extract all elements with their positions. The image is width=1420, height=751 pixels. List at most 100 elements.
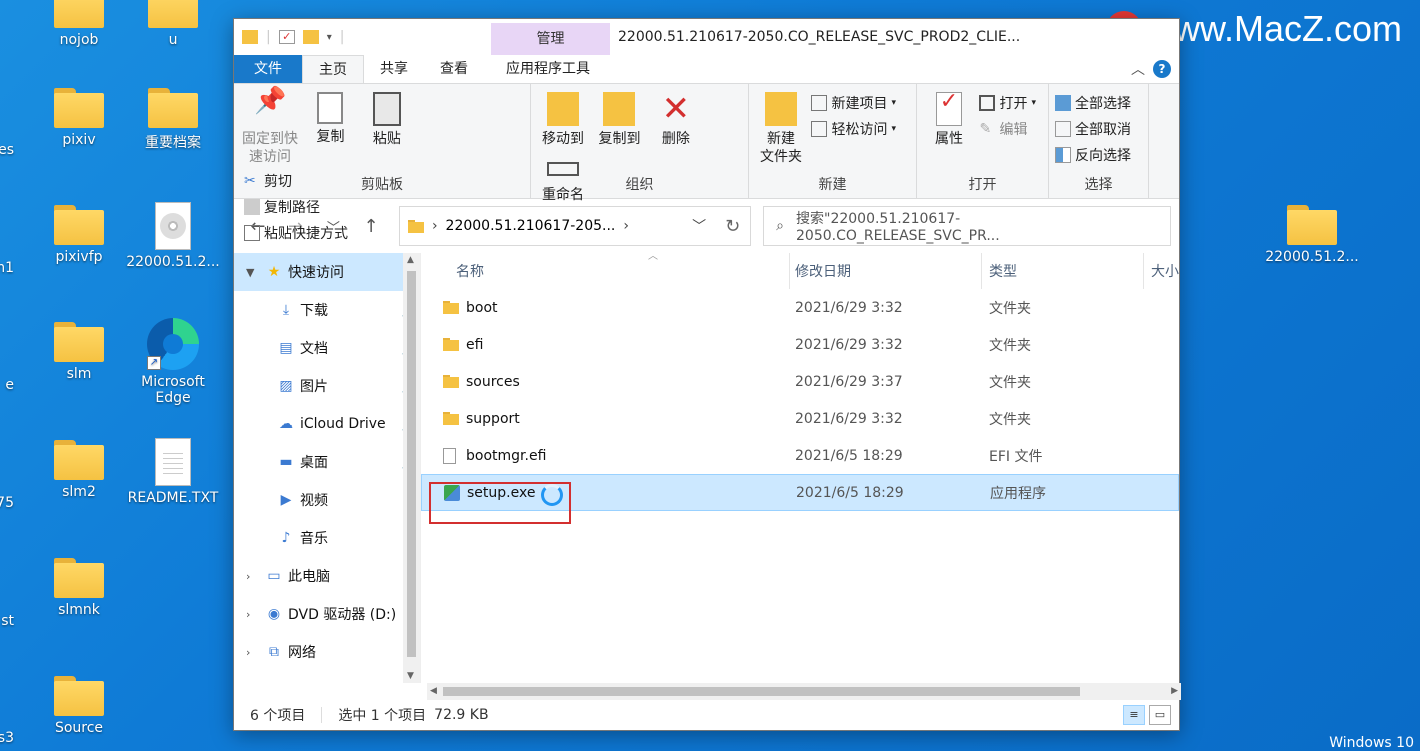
chevron-down-icon[interactable]: ▼ bbox=[246, 266, 260, 279]
nav-item[interactable]: ▶ 视频 bbox=[234, 481, 420, 519]
nav-item[interactable]: › ◉ DVD 驱动器 (D:) bbox=[234, 595, 420, 633]
horizontal-scrollbar-thumb[interactable] bbox=[443, 687, 1080, 696]
new-folder-button[interactable]: 新建 文件夹 bbox=[755, 88, 807, 166]
select-all-button[interactable]: 全部选择 bbox=[1055, 90, 1142, 116]
desktop-icon-folder[interactable]: pixivfp bbox=[31, 205, 127, 265]
open-button[interactable]: 打开 ▾ bbox=[979, 90, 1036, 116]
desktop-icon-partial[interactable]: st bbox=[0, 613, 14, 629]
new-item-button[interactable]: 新建项目 ▾ bbox=[811, 90, 896, 116]
select-none-button[interactable]: 全部取消 bbox=[1055, 116, 1142, 142]
desktop-icon-folder[interactable]: u bbox=[125, 0, 221, 48]
desktop-icon-label: README.TXT bbox=[127, 490, 219, 506]
horizontal-scrollbar[interactable]: ◀ ▶ bbox=[427, 683, 1181, 700]
file-name[interactable]: support bbox=[466, 411, 520, 427]
address-path[interactable]: 22000.51.210617-205... bbox=[446, 218, 616, 234]
desktop-icon-partial[interactable]: ass3 bbox=[0, 730, 14, 746]
move-to-button[interactable]: 移动到 bbox=[537, 88, 589, 148]
copy-path-button[interactable]: 复制路径 bbox=[244, 194, 348, 220]
scroll-left-icon[interactable]: ◀ bbox=[430, 686, 437, 696]
details-view-icon[interactable]: ≡ bbox=[1123, 705, 1145, 725]
desktop-icon-partial[interactable]: 75 bbox=[0, 495, 14, 511]
copy-button[interactable]: 复制 bbox=[304, 88, 356, 146]
file-row[interactable]: support 2021/6/29 3:32 文件夹 bbox=[421, 400, 1179, 437]
paste-shortcut-button[interactable]: 粘贴快捷方式 bbox=[244, 220, 348, 246]
file-row[interactable]: bootmgr.efi 2021/6/5 18:29 EFI 文件 bbox=[421, 437, 1179, 474]
scroll-right-icon[interactable]: ▶ bbox=[1171, 686, 1178, 696]
desktop-icon-file[interactable]: README.TXT bbox=[125, 438, 221, 506]
file-row[interactable]: efi 2021/6/29 3:32 文件夹 bbox=[421, 326, 1179, 363]
desktop-icon-folder[interactable]: 重要档案 bbox=[125, 88, 221, 152]
nav-scrollbar[interactable]: ▲ ▼ bbox=[403, 253, 420, 683]
title-bar: | ✓ ▾ | 管理 22000.51.210617-2050.CO_RELEA… bbox=[234, 19, 1179, 55]
desktop-icon-folder[interactable]: slm2 bbox=[31, 440, 127, 500]
easy-access-button[interactable]: 轻松访问 ▾ bbox=[811, 116, 896, 142]
desktop-icon-partial[interactable]: e bbox=[0, 377, 14, 393]
qat-dropdown-icon[interactable]: ▾ bbox=[327, 32, 332, 43]
properties-check-icon[interactable]: ✓ bbox=[278, 30, 295, 44]
refresh-icon[interactable]: ↻ bbox=[725, 216, 740, 237]
tab-home[interactable]: 主页 bbox=[302, 55, 364, 83]
chevron-right-icon[interactable]: › bbox=[246, 570, 260, 583]
nav-item[interactable]: ▨图片📌 bbox=[234, 367, 420, 405]
up-arrow-icon: ↑ bbox=[363, 215, 379, 237]
column-header-modified[interactable]: 修改日期 bbox=[795, 261, 851, 281]
desktop-icon-folder[interactable]: Source bbox=[31, 676, 127, 736]
nav-item[interactable]: ▬桌面📌 bbox=[234, 443, 420, 481]
tab-app-tools[interactable]: 应用程序工具 bbox=[490, 55, 606, 83]
nav-item[interactable]: ♪ 音乐 bbox=[234, 519, 420, 557]
desktop-icon-folder[interactable]: 22000.51.2... bbox=[1264, 205, 1360, 265]
file-name[interactable]: bootmgr.efi bbox=[466, 448, 546, 464]
tab-file[interactable]: 文件 bbox=[234, 55, 302, 83]
nav-item[interactable]: › ▭ 此电脑 bbox=[234, 557, 420, 595]
address-field[interactable]: › 22000.51.210617-205... › ﹀ ↻ bbox=[398, 206, 752, 246]
nav-item[interactable]: ⤓下载📌 bbox=[234, 291, 420, 329]
tab-share[interactable]: 共享 bbox=[364, 55, 424, 83]
column-header-size[interactable]: 大小 bbox=[1151, 261, 1179, 281]
nav-item[interactable]: › ⧉ 网络 bbox=[234, 633, 420, 671]
desktop-icon-folder[interactable]: slmnk bbox=[31, 558, 127, 618]
scroll-up-icon[interactable]: ▲ bbox=[407, 255, 414, 265]
desktop-icon-edge[interactable]: ↗ Microsoft Edge bbox=[125, 318, 221, 406]
desktop-icon-disc[interactable]: 22000.51.2... bbox=[125, 202, 221, 270]
copy-to-button[interactable]: 复制到 bbox=[593, 88, 645, 148]
file-name[interactable]: sources bbox=[466, 374, 520, 390]
file-name[interactable]: boot bbox=[466, 300, 498, 316]
desktop-icon-partial[interactable]: m1 bbox=[0, 260, 14, 276]
nav-item[interactable]: ▤文档📌 bbox=[234, 329, 420, 367]
edit-button[interactable]: ✎ 编辑 bbox=[979, 116, 1036, 142]
nav-item[interactable]: ▼ ★ 快速访问 bbox=[234, 253, 420, 291]
chevron-right-icon[interactable]: › bbox=[246, 608, 260, 621]
address-dropdown-icon[interactable]: ﹀ bbox=[692, 216, 706, 236]
properties-button[interactable]: ✓ 属性 bbox=[923, 88, 975, 148]
desktop-icon-folder[interactable]: pixiv bbox=[31, 88, 127, 148]
desktop-icon-folder[interactable]: nojob bbox=[31, 0, 127, 48]
desktop-icon-folder[interactable]: slm bbox=[31, 322, 127, 382]
pin-quick-access-button[interactable]: 📌 固定到快 速访问 bbox=[240, 88, 300, 166]
invert-selection-button[interactable]: 反向选择 bbox=[1055, 142, 1142, 168]
collapse-ribbon-icon[interactable]: ︿ bbox=[1131, 59, 1145, 79]
search-box[interactable]: ⌕ 搜索"22000.51.210617-2050.CO_RELEASE_SVC… bbox=[763, 206, 1171, 246]
breadcrumb-chevron-icon[interactable]: › bbox=[623, 218, 629, 234]
tab-manage[interactable]: 管理 bbox=[491, 23, 610, 55]
up-button[interactable]: ↑ bbox=[355, 216, 387, 237]
file-name[interactable]: efi bbox=[466, 337, 483, 353]
file-row[interactable]: sources 2021/6/29 3:37 文件夹 bbox=[421, 363, 1179, 400]
nav-item[interactable]: ☁iCloud Drive📌 bbox=[234, 405, 420, 443]
nav-scrollbar-thumb[interactable] bbox=[407, 271, 416, 657]
file-row[interactable]: boot 2021/6/29 3:32 文件夹 bbox=[421, 289, 1179, 326]
copy-label: 复制 bbox=[316, 129, 345, 145]
large-icons-view-icon[interactable]: ▭ bbox=[1149, 705, 1171, 725]
status-bar: 6 个项目 选中 1 个项目 72.9 KB ≡ ▭ bbox=[234, 700, 1179, 730]
tab-view[interactable]: 查看 bbox=[424, 55, 484, 83]
delete-button[interactable]: ✕ 删除 bbox=[650, 88, 702, 148]
scroll-down-icon[interactable]: ▼ bbox=[407, 671, 414, 681]
paste-button[interactable]: 粘贴 bbox=[361, 88, 413, 148]
new-folder-icon[interactable] bbox=[302, 30, 319, 44]
chevron-right-icon[interactable]: › bbox=[246, 646, 260, 659]
paste-shortcut-icon bbox=[244, 225, 260, 241]
group-open: ✓ 属性 打开 ▾ ✎ 编辑 打开 bbox=[917, 84, 1049, 198]
column-header-name[interactable]: 名称 bbox=[456, 261, 484, 281]
help-icon[interactable]: ? bbox=[1153, 60, 1171, 78]
desktop-icon-partial[interactable]: es bbox=[0, 142, 14, 158]
column-header-type[interactable]: 类型 bbox=[989, 261, 1017, 281]
